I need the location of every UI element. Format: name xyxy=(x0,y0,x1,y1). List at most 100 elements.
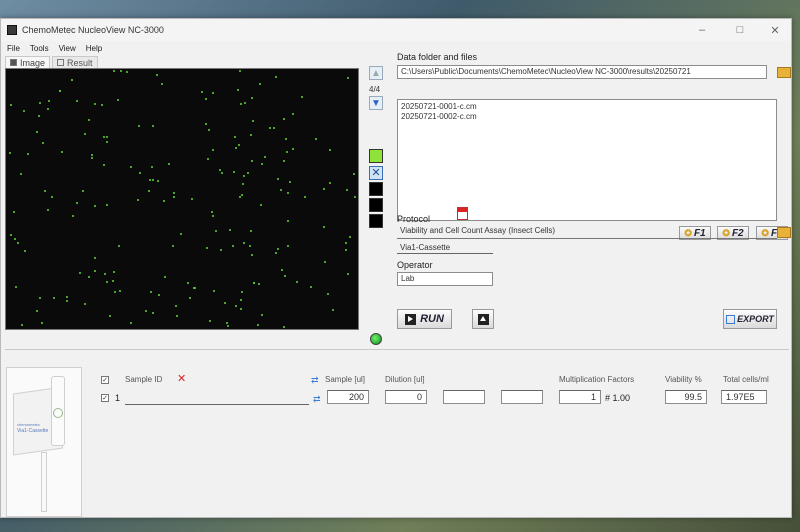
close-button[interactable]: ✕ xyxy=(757,19,793,41)
cell-dot xyxy=(176,315,178,317)
cell-dot xyxy=(243,175,245,177)
cell-dot xyxy=(224,302,226,304)
cell-dot xyxy=(82,190,84,192)
tab-image[interactable]: Image xyxy=(5,56,51,68)
cell-dot xyxy=(251,97,253,99)
channel-3-toggle[interactable] xyxy=(369,182,383,196)
row-checkbox[interactable]: ✓ xyxy=(101,394,109,402)
cell-dot xyxy=(76,100,78,102)
cell-dot xyxy=(194,287,196,289)
cell-dot xyxy=(292,148,294,150)
cell-dot xyxy=(353,173,355,175)
cell-dot xyxy=(281,269,283,271)
cell-dot xyxy=(347,77,349,79)
cell-dot xyxy=(257,324,259,326)
eject-button[interactable] xyxy=(472,309,494,329)
export-button[interactable]: EXPORT xyxy=(723,309,777,329)
cell-dot xyxy=(247,172,249,174)
list-item[interactable]: 20250721-0001-c.cm xyxy=(401,102,773,112)
cell-dot xyxy=(232,245,234,247)
menu-file[interactable]: File xyxy=(7,44,20,53)
multiplication-input[interactable]: 1 xyxy=(559,390,601,404)
fluorescence-image-view[interactable] xyxy=(5,68,359,330)
cell-dot xyxy=(94,270,96,272)
channel-green-toggle[interactable] xyxy=(369,149,383,163)
run-button[interactable]: RUN xyxy=(397,309,452,329)
cassette-field[interactable]: Via1-Cassette xyxy=(397,242,493,254)
cell-dot xyxy=(287,245,289,247)
cell-dot xyxy=(72,215,74,217)
channel-close-toggle[interactable]: ✕ xyxy=(369,166,383,180)
menu-help[interactable]: Help xyxy=(86,44,102,53)
cell-dot xyxy=(226,322,228,324)
data-folder-path[interactable]: C:\Users\Public\Documents\ChemoMetec\Nuc… xyxy=(397,65,767,79)
cell-dot xyxy=(66,296,68,298)
viability-header: Viability % xyxy=(665,375,702,384)
cell-dot xyxy=(238,144,240,146)
file-list[interactable]: 20250721-0001-c.cm 20250721-0002-c.cm xyxy=(397,99,777,221)
cell-dot xyxy=(273,127,275,129)
channel-5-toggle[interactable] xyxy=(369,214,383,228)
extra-input-1[interactable] xyxy=(443,390,485,404)
cell-dot xyxy=(44,190,46,192)
image-down-button[interactable]: ▼ xyxy=(369,96,383,110)
swap-icon[interactable]: ⇄ xyxy=(311,375,319,386)
cell-dot xyxy=(156,74,158,76)
select-all-checkbox[interactable]: ✓ xyxy=(101,376,109,384)
protocol-folder-icon[interactable] xyxy=(777,227,791,238)
clear-x-icon[interactable]: ✕ xyxy=(177,372,186,385)
status-led-icon xyxy=(370,333,382,345)
cell-dot xyxy=(10,104,12,106)
cell-dot xyxy=(275,76,277,78)
cassette-illustration: chemometec Via1-Cassette xyxy=(6,367,82,517)
cell-dot xyxy=(301,96,303,98)
cell-dot xyxy=(277,178,279,180)
cell-dot xyxy=(17,242,19,244)
tab-result[interactable]: Result xyxy=(52,56,98,68)
sample-volume-input[interactable]: 200 xyxy=(327,390,369,404)
cell-dot xyxy=(251,254,253,256)
extra-input-2[interactable] xyxy=(501,390,543,404)
image-up-button[interactable]: ▲ xyxy=(369,66,383,80)
cell-dot xyxy=(235,305,237,307)
cell-dot xyxy=(106,204,108,206)
cell-dot xyxy=(329,149,331,151)
cell-dot xyxy=(91,154,93,156)
cell-dot xyxy=(264,156,266,158)
operator-field[interactable]: Lab xyxy=(397,272,493,286)
cell-dot xyxy=(157,180,159,182)
cell-dot xyxy=(94,103,96,105)
cell-dot xyxy=(71,79,73,81)
cell-dot xyxy=(84,303,86,305)
menu-tools[interactable]: Tools xyxy=(30,44,49,53)
dilution-input[interactable]: 0 xyxy=(385,390,427,404)
cell-dot xyxy=(61,151,63,153)
pdf-icon[interactable] xyxy=(457,207,468,220)
minimize-button[interactable]: – xyxy=(684,19,720,41)
cell-dot xyxy=(15,286,17,288)
maximize-button[interactable]: □ xyxy=(722,19,758,41)
folder-icon[interactable] xyxy=(777,67,791,78)
cell-dot xyxy=(66,300,68,302)
menu-view[interactable]: View xyxy=(59,44,76,53)
data-folder-label: Data folder and files xyxy=(397,52,478,62)
cell-dot xyxy=(27,153,29,155)
cell-dot xyxy=(212,215,214,217)
cell-dot xyxy=(151,166,153,168)
cell-dot xyxy=(138,125,140,127)
protocol-select[interactable]: Viability and Cell Count Assay (Insect C… xyxy=(397,225,777,239)
cell-dot xyxy=(36,310,38,312)
cell-dot xyxy=(280,189,282,191)
channel-4-toggle[interactable] xyxy=(369,198,383,212)
list-item[interactable]: 20250721-0002-c.cm xyxy=(401,112,773,122)
cell-dot xyxy=(235,147,237,149)
cell-dot xyxy=(13,211,15,213)
cell-dot xyxy=(21,324,23,326)
cell-dot xyxy=(106,281,108,283)
sample-id-input[interactable] xyxy=(125,391,309,405)
swap-row-icon[interactable]: ⇄ xyxy=(313,394,321,405)
cell-dot xyxy=(173,192,175,194)
cell-dot xyxy=(241,194,243,196)
cell-dot xyxy=(104,273,106,275)
cell-dot xyxy=(130,322,132,324)
